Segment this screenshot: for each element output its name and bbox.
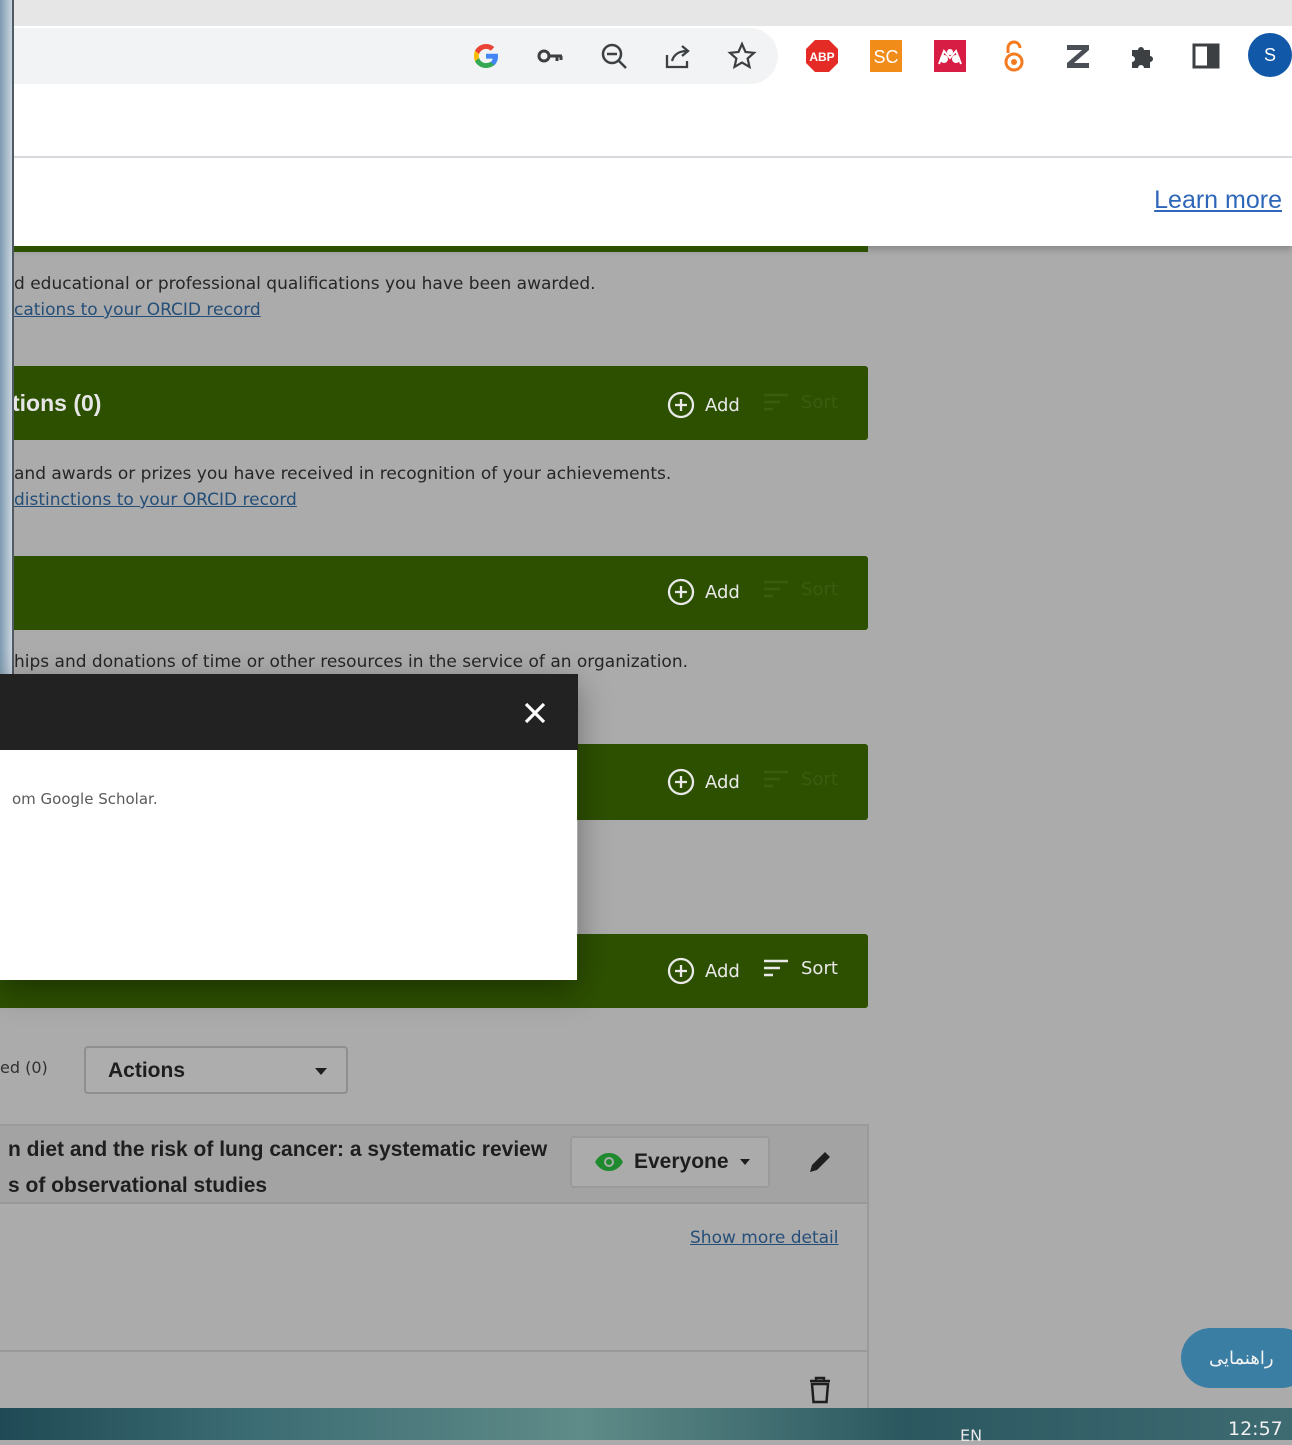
sort-icon xyxy=(764,770,788,788)
share-icon[interactable] xyxy=(661,39,695,73)
extensions-puzzle-icon[interactable] xyxy=(1125,39,1159,73)
add-circle-icon xyxy=(667,578,695,606)
adblock-plus-icon[interactable]: ABP xyxy=(805,39,839,73)
close-icon[interactable] xyxy=(520,698,550,728)
edit-pencil-icon[interactable] xyxy=(806,1148,834,1180)
work-title-line-1: n diet and the risk of lung cancer: a sy… xyxy=(8,1138,548,1161)
memberships-sort-button[interactable]: Sort xyxy=(763,578,838,600)
works-sort-button[interactable]: Sort xyxy=(763,957,838,979)
password-key-icon[interactable] xyxy=(533,39,567,73)
profile-initial: S xyxy=(1263,44,1276,65)
zoom-out-icon[interactable] xyxy=(597,39,631,73)
language-indicator[interactable]: EN xyxy=(960,1426,982,1445)
dialog-text: om Google Scholar. xyxy=(12,790,158,808)
add-label: Add xyxy=(705,581,740,603)
memberships-section-header: Add Sort xyxy=(0,556,868,630)
memberships-description: hips and donations of time or other reso… xyxy=(14,652,689,672)
eye-icon xyxy=(595,1153,623,1171)
work-item: n diet and the risk of lung cancer: a sy… xyxy=(0,1124,869,1414)
help-button[interactable]: راهنمایی xyxy=(1181,1328,1292,1388)
qualifications-add-link[interactable]: cations to your ORCID record xyxy=(14,300,261,320)
abp-label: ABP xyxy=(809,50,834,64)
google-icon[interactable] xyxy=(469,39,503,73)
delete-trash-icon[interactable] xyxy=(808,1376,832,1408)
qualifications-description: d educational or professional qualificat… xyxy=(14,274,596,294)
selected-count: ed (0) xyxy=(0,1058,48,1077)
learn-more-link[interactable]: Learn more xyxy=(1154,186,1282,215)
dialog-body: om Google Scholar. xyxy=(0,750,577,980)
add-label: Add xyxy=(705,394,740,416)
sort-label: Sort xyxy=(801,768,838,790)
distinctions-sort-button[interactable]: Sort xyxy=(763,391,838,413)
visibility-dropdown[interactable]: Everyone xyxy=(570,1136,770,1188)
work-title[interactable]: n diet and the risk of lung cancer: a sy… xyxy=(8,1132,547,1204)
help-label: راهنمایی xyxy=(1209,1347,1274,1369)
actions-label: Actions xyxy=(108,1059,186,1082)
work-title-line-2: s of observational studies xyxy=(8,1174,268,1197)
work-item-header: n diet and the risk of lung cancer: a sy… xyxy=(0,1126,867,1204)
add-label: Add xyxy=(705,771,740,793)
add-circle-icon xyxy=(667,957,695,985)
sort-icon xyxy=(764,580,788,598)
distinctions-section-header: tions (0) Add Sort xyxy=(0,366,868,440)
section-bar-edge xyxy=(0,246,868,252)
sort-label: Sort xyxy=(801,957,838,979)
memberships-add-button[interactable]: Add xyxy=(667,578,740,606)
profile-avatar-icon[interactable]: S xyxy=(1248,33,1292,77)
sort-icon xyxy=(764,959,788,977)
mendeley-icon[interactable] xyxy=(933,39,967,73)
dialog-header xyxy=(0,674,578,750)
add-label: Add xyxy=(705,960,740,982)
os-taskbar: EN 12:57 xyxy=(0,1408,1292,1445)
distinctions-add-link[interactable]: distinctions to your ORCID record xyxy=(14,490,297,510)
browser-tab-strip xyxy=(0,0,1292,26)
work-item-divider xyxy=(0,1350,867,1352)
services-add-button[interactable]: Add xyxy=(667,768,740,796)
add-circle-icon xyxy=(667,768,695,796)
sort-label: Sort xyxy=(801,578,838,600)
works-add-button[interactable]: Add xyxy=(667,957,740,985)
scholarcy-icon[interactable]: SC xyxy=(869,39,903,73)
open-access-icon[interactable] xyxy=(997,39,1031,73)
visibility-label: Everyone xyxy=(634,1150,729,1173)
distinctions-description: and awards or prizes you have received i… xyxy=(14,464,672,484)
zotero-icon[interactable] xyxy=(1061,39,1095,73)
chevron-down-icon xyxy=(739,1159,750,1165)
sort-label: Sort xyxy=(801,391,838,413)
cookie-banner xyxy=(0,158,1292,246)
bookmark-star-icon[interactable] xyxy=(725,39,759,73)
sc-label: SC xyxy=(873,47,898,67)
add-circle-icon xyxy=(667,391,695,419)
services-sort-button[interactable]: Sort xyxy=(763,768,838,790)
show-more-detail-link[interactable]: Show more detail xyxy=(690,1228,839,1248)
side-panel-icon[interactable] xyxy=(1189,39,1223,73)
actions-dropdown[interactable]: Actions xyxy=(84,1046,348,1094)
sort-icon xyxy=(764,393,788,411)
chevron-down-icon xyxy=(315,1068,327,1075)
distinctions-title: tions (0) xyxy=(12,389,102,416)
distinctions-add-button[interactable]: Add xyxy=(667,391,740,419)
taskbar-clock[interactable]: 12:57 xyxy=(1228,1418,1283,1440)
